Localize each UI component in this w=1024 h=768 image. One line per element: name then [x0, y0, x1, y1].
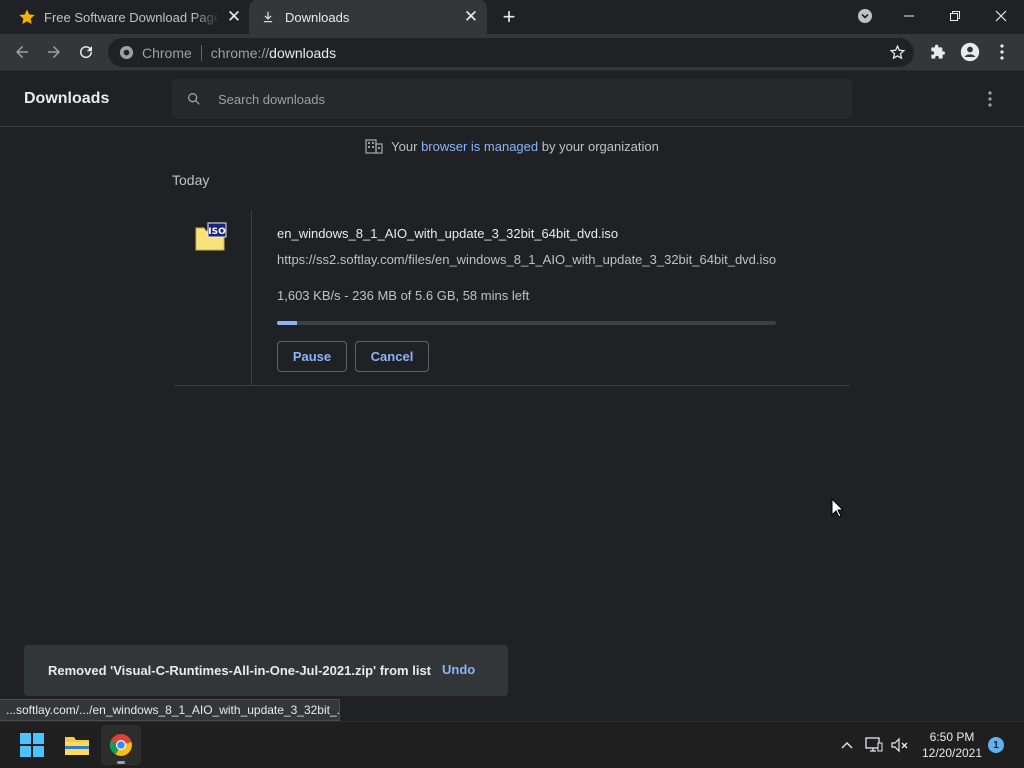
chevron-down-icon: [858, 9, 872, 23]
url-scheme: chrome://: [210, 44, 270, 61]
tab-title: Downloads: [285, 9, 350, 25]
omnibox-separator: [200, 44, 202, 61]
managed-notice: Your browser is managed by your organiza…: [0, 138, 1024, 154]
downloads-header: Downloads: [0, 71, 1024, 127]
forward-arrow-icon: [48, 46, 60, 58]
extensions-button[interactable]: [924, 38, 952, 66]
toast-message: Removed 'Visual-C-Runtimes-All-in-One-Ju…: [48, 663, 432, 678]
date-section-title: Today: [172, 172, 210, 188]
file-explorer-button[interactable]: [57, 725, 97, 765]
minimize-icon: [904, 15, 914, 17]
clock-date: 12/20/2021: [921, 746, 983, 760]
show-hidden-icons-button[interactable]: [837, 735, 857, 755]
star-icon: [19, 9, 35, 25]
chrome-logo-icon: [109, 734, 132, 756]
back-arrow-icon: [16, 46, 28, 58]
new-tab-button[interactable]: +: [498, 6, 520, 29]
omnibox[interactable]: Chrome chrome://downloads: [108, 38, 914, 67]
tab-strip: Free Software Download Page - Softlay ✕ …: [0, 0, 1024, 34]
restore-button[interactable]: [932, 0, 978, 32]
omnibox-chip: Chrome: [142, 44, 192, 61]
managed-link[interactable]: browser is managed: [421, 139, 538, 154]
download-icon: [263, 11, 273, 23]
volume-tray-button[interactable]: [890, 735, 910, 755]
active-app-indicator: [117, 761, 125, 764]
mouse-cursor-icon: [831, 498, 845, 518]
avatar-icon: [960, 42, 980, 62]
download-icon-column: ISO: [174, 210, 252, 386]
clock-time: 6:50 PM: [929, 730, 975, 744]
kebab-icon: [1000, 44, 1004, 60]
building-icon: [365, 139, 383, 154]
pause-button[interactable]: Pause: [277, 341, 347, 372]
link-status-bubble: ...softlay.com/.../en_windows_8_1_AIO_wi…: [0, 699, 340, 721]
system-clock[interactable]: 6:50 PM 12/20/2021: [916, 729, 988, 761]
page-title: Downloads: [24, 90, 110, 107]
bookmark-star-icon[interactable]: [889, 44, 906, 61]
search-box[interactable]: [172, 79, 852, 119]
chrome-site-icon: [119, 45, 134, 60]
chevron-up-icon: [841, 742, 853, 749]
managed-prefix: Your: [391, 138, 418, 154]
restore-icon: [950, 11, 960, 21]
network-tray-button[interactable]: [864, 735, 884, 755]
downloads-menu-button[interactable]: [980, 89, 1000, 109]
network-icon: [865, 737, 883, 752]
iso-file-label: ISO: [208, 227, 226, 237]
close-icon: [995, 10, 1007, 22]
close-tab-icon[interactable]: ✕: [463, 8, 479, 25]
minimize-button[interactable]: [886, 0, 932, 32]
cancel-button[interactable]: Cancel: [355, 341, 429, 372]
search-input[interactable]: [218, 91, 818, 107]
download-progress-bar: [277, 321, 776, 325]
reload-icon: [80, 46, 93, 59]
managed-suffix: by your organization: [541, 138, 659, 154]
tab-search-button[interactable]: [842, 0, 888, 32]
download-progress-fill: [277, 321, 297, 325]
folder-icon: [65, 737, 89, 755]
start-button[interactable]: [12, 725, 52, 765]
download-source-url[interactable]: https://ss2.softlay.com/files/en_windows…: [277, 252, 777, 267]
puzzle-icon: [931, 44, 945, 59]
download-filename[interactable]: en_windows_8_1_AIO_with_update_3_32bit_6…: [277, 226, 618, 241]
chrome-taskbar-button[interactable]: [101, 725, 141, 765]
tab-title: Free Software Download Page - Softlay: [44, 9, 220, 25]
download-item: ISO en_windows_8_1_AIO_with_update_3_32b…: [174, 210, 850, 386]
profile-button[interactable]: [956, 38, 984, 66]
reload-button[interactable]: [72, 38, 100, 66]
tab-downloads[interactable]: Downloads ✕: [249, 0, 487, 34]
removed-toast: Removed 'Visual-C-Runtimes-All-in-One-Ju…: [24, 645, 508, 696]
forward-button[interactable]: [40, 38, 68, 66]
back-button[interactable]: [8, 38, 36, 66]
windows-logo-icon: [20, 733, 44, 757]
url-host: downloads: [269, 44, 337, 61]
close-window-button[interactable]: [978, 0, 1024, 32]
close-tab-icon[interactable]: ✕: [226, 8, 242, 25]
tab-softlay[interactable]: Free Software Download Page - Softlay ✕: [0, 0, 250, 34]
notification-badge[interactable]: 1: [988, 737, 1004, 753]
chrome-menu-button[interactable]: [988, 38, 1016, 66]
iso-file-icon: ISO: [195, 222, 227, 251]
taskbar: 6:50 PM 12/20/2021 1: [0, 721, 1024, 768]
browser-toolbar: Chrome chrome://downloads: [0, 34, 1024, 71]
volume-muted-icon: [891, 737, 908, 753]
search-icon: [186, 91, 204, 107]
download-status: 1,603 KB/s - 236 MB of 5.6 GB, 58 mins l…: [277, 288, 530, 303]
undo-button[interactable]: Undo: [442, 662, 475, 677]
kebab-icon: [988, 91, 992, 107]
